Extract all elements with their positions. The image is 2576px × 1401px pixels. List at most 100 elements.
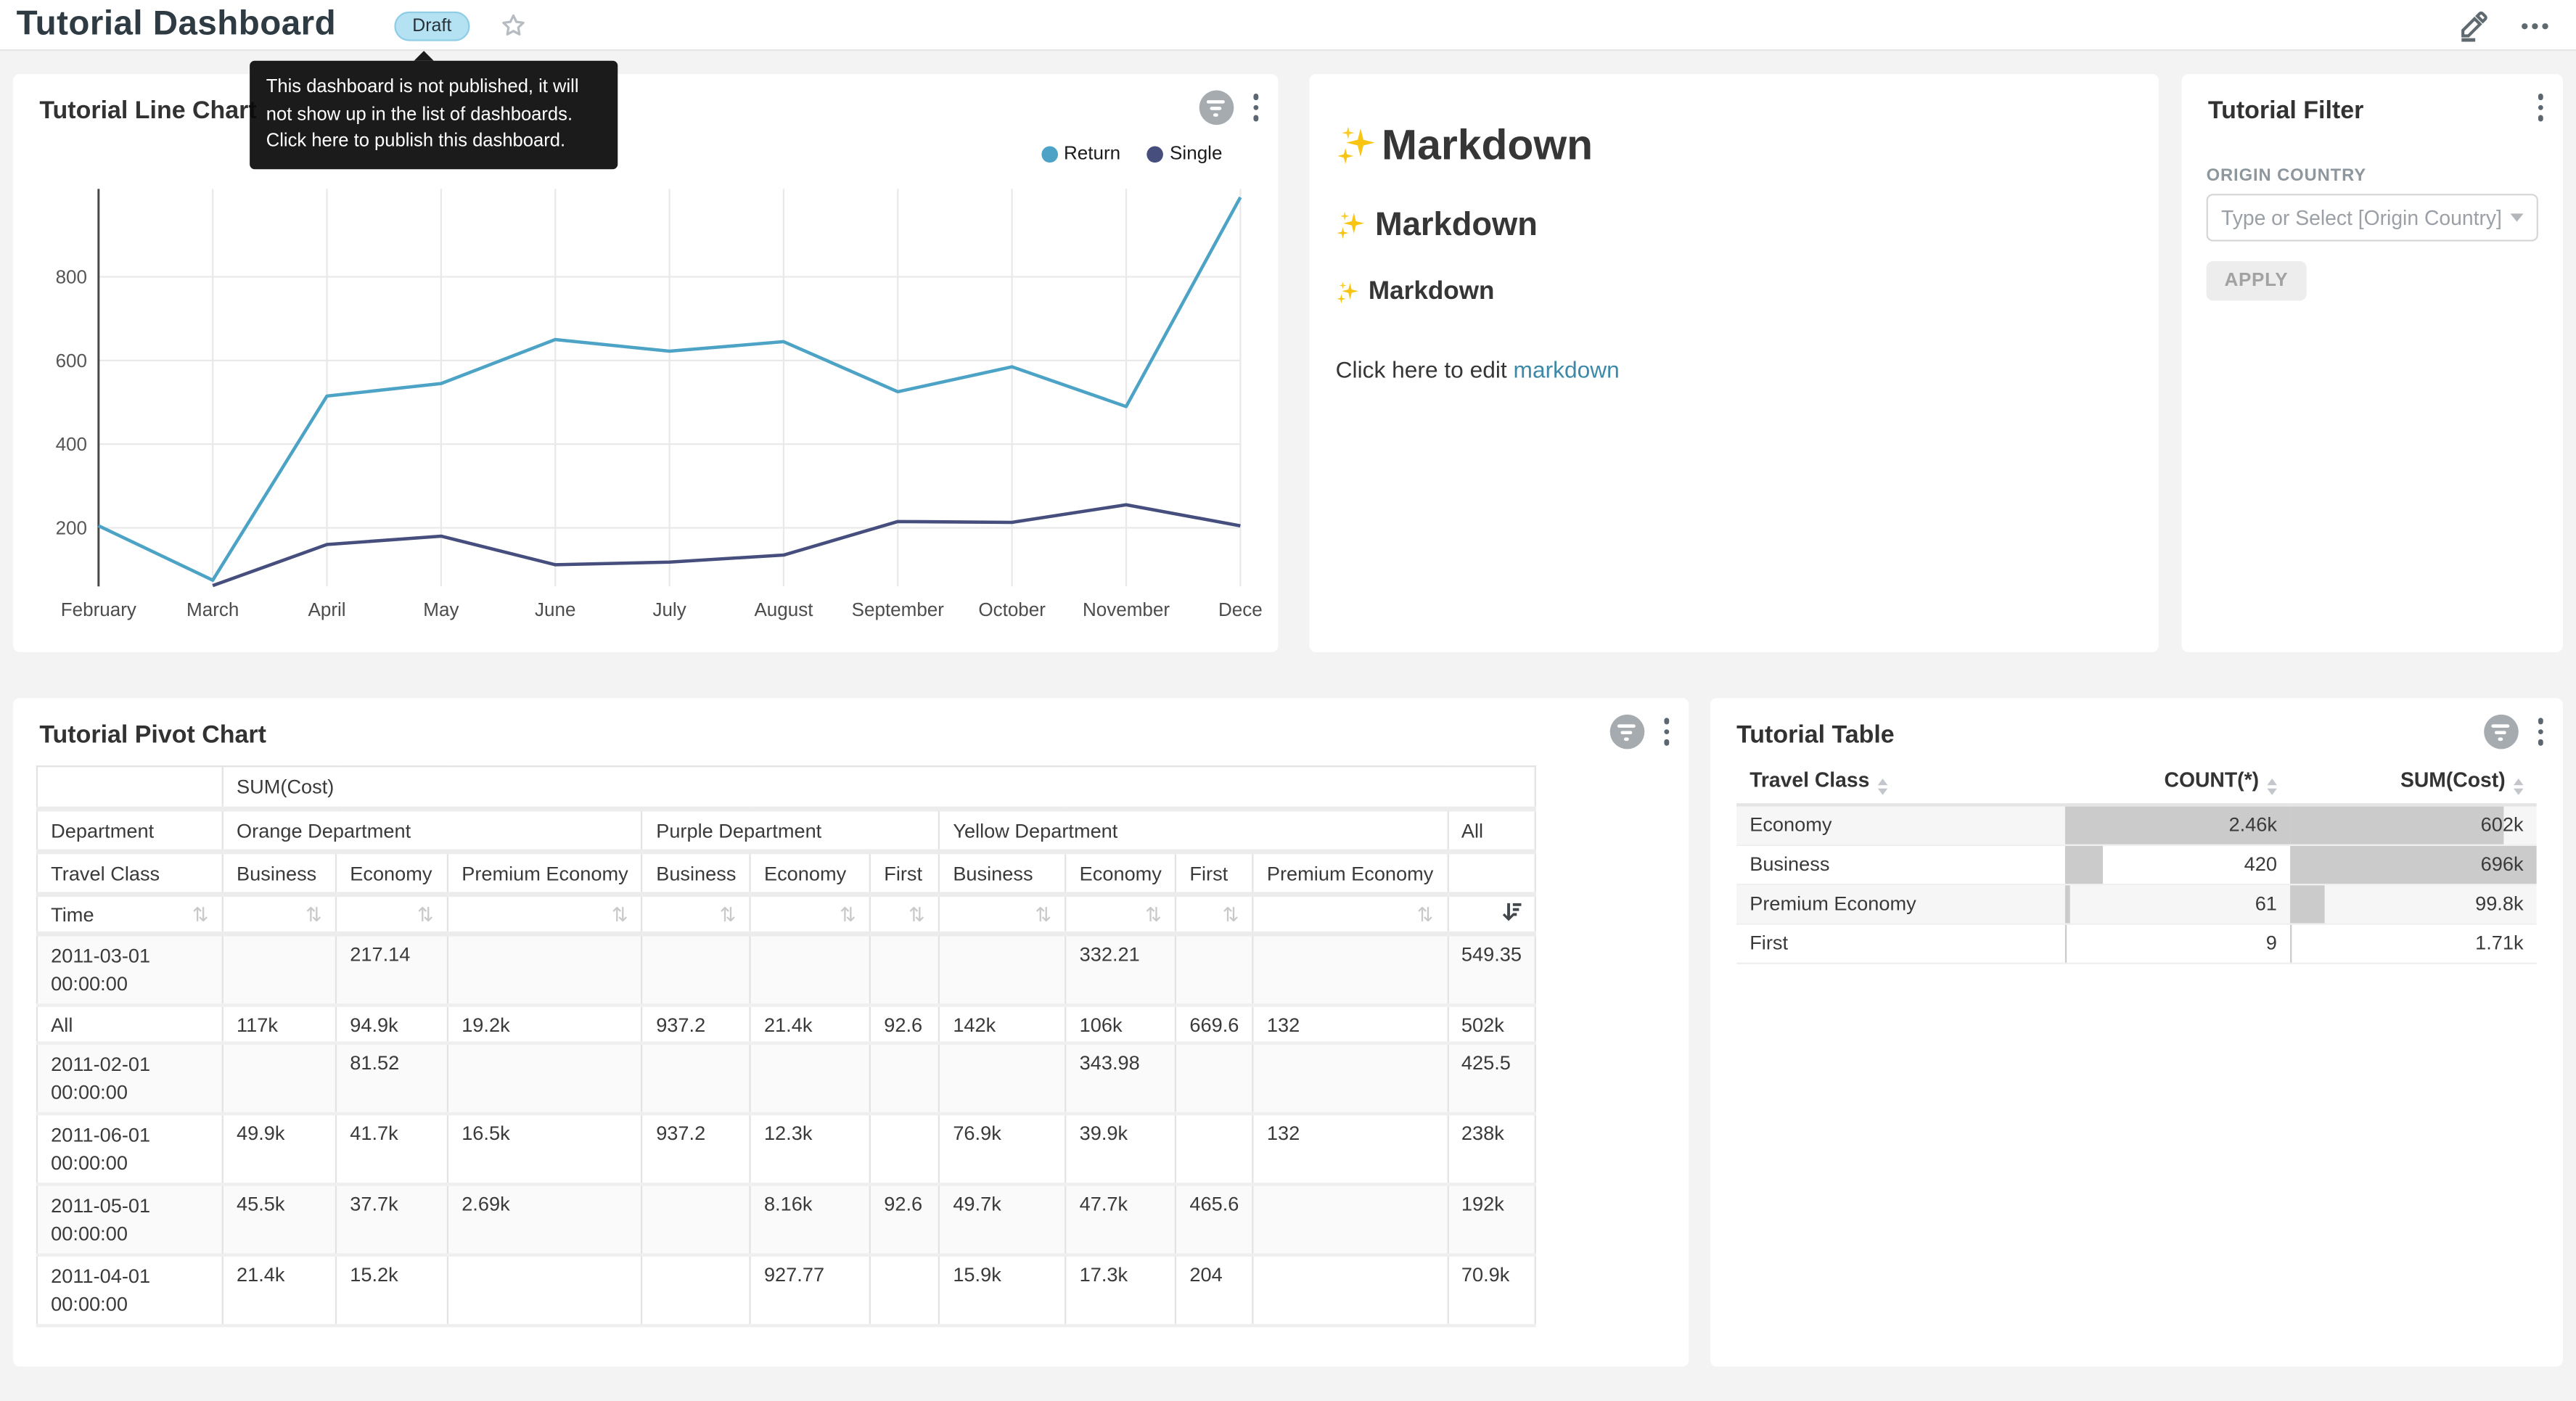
- y-axis-tick: 600: [56, 350, 87, 371]
- x-axis-tick: July: [652, 599, 686, 620]
- pivot-cell: [870, 1043, 939, 1114]
- pivot-class-header: Business: [939, 852, 1065, 895]
- pivot-cell: 21.4k: [223, 1255, 336, 1326]
- pivot-cell: 8.16k: [750, 1184, 870, 1254]
- table-header-travel-class[interactable]: Travel Class: [1736, 760, 2065, 805]
- travel-class-value: Premium Economy: [1736, 892, 1929, 915]
- kebab-menu-icon[interactable]: [1250, 91, 1262, 124]
- legend-item-single[interactable]: Single: [1147, 144, 1222, 164]
- pivot-cell: 502k: [1448, 1006, 1536, 1043]
- sort-desc-icon[interactable]: [1502, 902, 1522, 927]
- pivot-col-sort[interactable]: ⇅: [336, 895, 448, 934]
- pivot-col-sort[interactable]: ⇅: [642, 895, 750, 934]
- filter-indicator-icon[interactable]: [1199, 91, 1234, 126]
- pivot-row-label: 2011-04-0100:00:00: [37, 1255, 223, 1326]
- pivot-class-header: First: [1176, 852, 1252, 895]
- sort-icon[interactable]: ⇅: [1417, 903, 1434, 926]
- pivot-cell: 47.7k: [1065, 1184, 1176, 1254]
- pivot-cell: [939, 1043, 1065, 1114]
- pivot-col-sort[interactable]: ⇅: [448, 895, 642, 934]
- markdown-edit-link[interactable]: markdown: [1514, 356, 1620, 382]
- pivot-cell: 76.9k: [939, 1114, 1065, 1184]
- x-axis-tick: April: [308, 599, 346, 620]
- pivot-col-sort[interactable]: ⇅: [223, 895, 336, 934]
- kebab-menu-icon[interactable]: [2534, 715, 2546, 748]
- markdown-h3-text: Markdown: [1369, 278, 1495, 308]
- pivot-col-sort[interactable]: ⇅: [750, 895, 870, 934]
- sort-icon[interactable]: ⇅: [908, 903, 925, 926]
- count-value-cell: 2.46k: [2065, 805, 2290, 844]
- filter-card-icons: [2534, 91, 2546, 124]
- pivot-cell: [870, 934, 939, 1005]
- markdown-card: Markdown Markdown Markdown Click here to…: [1309, 74, 2159, 652]
- pivot-group-header: Purple Department: [642, 809, 939, 852]
- pivot-cell: 37.7k: [336, 1184, 448, 1254]
- page-title: Tutorial Dashboard: [17, 5, 336, 44]
- line-chart-title: Tutorial Line Chart: [39, 97, 256, 125]
- pivot-class-header: Economy: [750, 852, 870, 895]
- pivot-cell: 669.6: [1176, 1006, 1252, 1043]
- pivot-cell: 12.3k: [750, 1114, 870, 1184]
- kebab-menu-icon[interactable]: [1660, 715, 1673, 748]
- pivot-cell: [750, 1043, 870, 1114]
- table-header-count-[interactable]: COUNT(*): [2065, 760, 2290, 805]
- table-row: Business420696k: [1736, 845, 2537, 884]
- pivot-cell: 17.3k: [1065, 1255, 1176, 1326]
- sort-icon[interactable]: ⇅: [612, 903, 628, 926]
- sort-icon[interactable]: ⇅: [417, 903, 434, 926]
- pivot-col-sort[interactable]: ⇅: [1176, 895, 1252, 934]
- pivot-cell: [1253, 1255, 1448, 1326]
- origin-country-select[interactable]: Type or Select [Origin Country]: [2207, 194, 2538, 242]
- edit-pencil-icon[interactable]: [2454, 8, 2490, 44]
- sort-icon[interactable]: ⇅: [192, 903, 209, 926]
- y-axis-tick: 400: [56, 433, 87, 455]
- sort-icon[interactable]: ⇅: [305, 903, 322, 926]
- pivot-cell: 21.4k: [750, 1006, 870, 1043]
- pivot-cell: [939, 934, 1065, 1005]
- draft-badge[interactable]: Draft: [394, 12, 469, 41]
- kebab-menu-icon[interactable]: [2534, 91, 2546, 124]
- pivot-chart-card: Tutorial Pivot Chart SUM(Cost)Department…: [13, 698, 1689, 1366]
- sort-icon[interactable]: ⇅: [1223, 903, 1239, 926]
- table-header-sum-cost-[interactable]: SUM(Cost): [2290, 760, 2537, 805]
- pivot-chart-title: Tutorial Pivot Chart: [39, 721, 266, 749]
- x-axis-tick: March: [186, 599, 239, 620]
- pivot-col-sort[interactable]: ⇅: [1065, 895, 1176, 934]
- markdown-h3: Markdown: [1336, 278, 2133, 308]
- pivot-cell: [642, 1184, 750, 1254]
- pivot-time-sort[interactable]: Time⇅: [37, 895, 223, 934]
- x-axis-tick: May: [423, 599, 459, 620]
- sort-icon[interactable]: ⇅: [840, 903, 856, 926]
- favorite-star-icon[interactable]: [499, 12, 527, 39]
- pivot-cell: 70.9k: [1448, 1255, 1536, 1326]
- pivot-col-sort[interactable]: ⇅: [870, 895, 939, 934]
- apply-button[interactable]: APPLY: [2207, 261, 2307, 300]
- pivot-cell: [642, 1043, 750, 1114]
- pivot-cell: [642, 934, 750, 1005]
- sum-value-cell: 1.71k: [2290, 923, 2537, 962]
- sort-icon[interactable]: ⇅: [1035, 903, 1051, 926]
- legend-dot: [1041, 146, 1057, 163]
- top-bar: Tutorial Dashboard Draft: [0, 0, 2576, 51]
- x-axis-tick: November: [1083, 599, 1170, 620]
- pivot-col-sort[interactable]: ⇅: [1253, 895, 1448, 934]
- pivot-all-header: All: [1448, 809, 1536, 852]
- pivot-cell: 332.21: [1065, 934, 1176, 1005]
- count-value-cell: 61: [2065, 884, 2290, 923]
- filter-indicator-icon[interactable]: [1609, 715, 1644, 749]
- markdown-h1-text: Markdown: [1382, 120, 1593, 170]
- count-value: 420: [2231, 852, 2290, 876]
- sort-icon[interactable]: ⇅: [720, 903, 737, 926]
- sort-icon[interactable]: ⇅: [1145, 903, 1162, 926]
- pivot-cell: 927.77: [750, 1255, 870, 1326]
- legend-item-return[interactable]: Return: [1041, 144, 1120, 164]
- filter-indicator-icon[interactable]: [2483, 715, 2518, 749]
- pivot-class-header: Business: [642, 852, 750, 895]
- pivot-travel-class-label: Travel Class: [37, 852, 223, 895]
- legend-label: Return: [1064, 144, 1120, 164]
- pivot-col-sort[interactable]: ⇅: [939, 895, 1065, 934]
- pivot-row: All117k94.9k19.2k937.221.4k92.6142k106k6…: [37, 1006, 1535, 1043]
- tooltip-arrow: [414, 51, 434, 61]
- pivot-all-sort[interactable]: [1448, 895, 1536, 934]
- more-ellipsis-icon[interactable]: [2516, 8, 2553, 44]
